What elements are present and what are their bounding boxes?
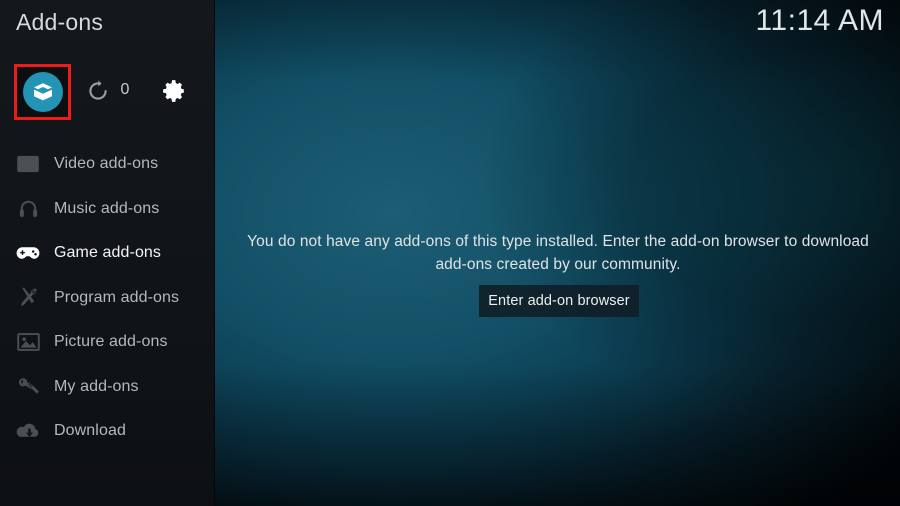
refresh-button[interactable]: [85, 77, 111, 105]
toolbar: 0: [0, 62, 215, 122]
main-content: You do not have any add-ons of this type…: [215, 0, 900, 506]
addon-browser-circle: [22, 72, 63, 112]
sidebar-item-download[interactable]: Download: [0, 409, 215, 454]
refresh-count: 0: [120, 81, 130, 98]
gear-icon: [163, 80, 184, 102]
cloud-download-icon: [14, 418, 42, 444]
sidebar-item-label: Game add-ons: [54, 244, 162, 262]
picture-icon: [14, 329, 42, 355]
sidebar-item-label: Download: [54, 422, 126, 440]
sidebar-item-picture-add-ons[interactable]: Picture add-ons: [0, 320, 215, 365]
sidebar-item-label: Picture add-ons: [54, 333, 168, 351]
sidebar-item-label: My add-ons: [54, 377, 139, 395]
sidebar: Add-ons 0 Video add-ons Music add-ons Ga…: [0, 0, 215, 506]
sidebar-item-program-add-ons[interactable]: Program add-ons: [0, 276, 215, 321]
tools-icon: [14, 285, 42, 311]
sidebar-item-label: Program add-ons: [54, 288, 180, 306]
headphones-icon: [14, 196, 42, 222]
sidebar-item-my-add-ons[interactable]: My add-ons: [0, 365, 215, 410]
sidebar-item-label: Video add-ons: [54, 155, 159, 173]
addon-box-icon: [33, 83, 52, 101]
settings-button[interactable]: [160, 76, 190, 106]
empty-state-message: You do not have any add-ons of this type…: [247, 233, 869, 273]
sidebar-item-label: Music add-ons: [54, 199, 160, 217]
gear-wrench-icon: [14, 374, 42, 400]
addon-browser-button[interactable]: [14, 64, 71, 120]
sidebar-item-video-add-ons[interactable]: Video add-ons: [0, 142, 215, 187]
sidebar-item-music-add-ons[interactable]: Music add-ons: [0, 187, 215, 232]
sidebar-item-game-add-ons[interactable]: Game add-ons: [0, 231, 215, 276]
film-strip-icon: [14, 151, 42, 177]
refresh-icon: [89, 80, 107, 100]
sidebar-menu: Video add-ons Music add-ons Game add-ons…: [0, 142, 215, 454]
gamepad-icon: [14, 240, 42, 266]
enter-addon-browser-button[interactable]: Enter add-on browser: [479, 285, 639, 317]
kodi-addons-screen: Add-ons 0 Video add-ons Music add-ons Ga…: [0, 0, 900, 506]
page-title: Add-ons: [16, 9, 104, 35]
